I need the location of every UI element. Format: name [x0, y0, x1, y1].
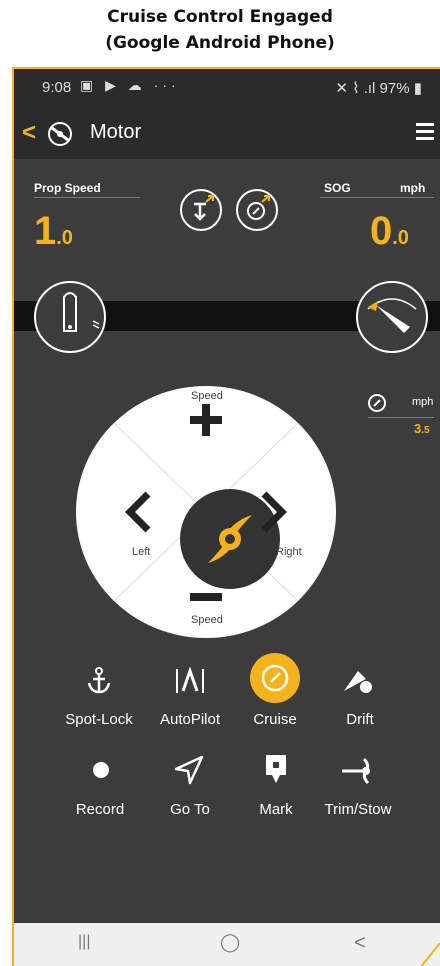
plus-icon — [190, 404, 222, 436]
action-record[interactable]: Record — [60, 801, 140, 818]
steering-angle-icon — [367, 298, 417, 333]
go-to-arrow-icon — [174, 755, 204, 785]
corner-accent — [420, 943, 440, 966]
waypoint-mark-icon — [266, 755, 286, 783]
cruise-speed-unit: mph — [412, 396, 434, 408]
menu-icon[interactable] — [416, 123, 434, 144]
autopilot-icon — [176, 667, 204, 693]
chevron-left-icon — [125, 491, 151, 533]
action-mark[interactable]: Mark — [236, 801, 316, 818]
status-time: 9:08 — [42, 79, 72, 96]
motor-status-button[interactable] — [34, 281, 106, 353]
anchor-mode-button[interactable] — [180, 189, 222, 231]
cruise-speed-value: 3.5 — [414, 421, 430, 436]
caption-line-2: (Google Android Phone) — [105, 33, 335, 53]
minus-icon — [190, 593, 222, 601]
speedometer-icon — [368, 394, 386, 412]
nav-back-button[interactable]: < — [354, 932, 366, 955]
back-button[interactable]: < — [22, 119, 36, 147]
prop-speed-underline — [34, 197, 140, 198]
action-drift[interactable]: Drift — [320, 711, 400, 728]
action-cruise[interactable]: Cruise — [235, 711, 315, 728]
prop-speed-value: 1.0 — [34, 209, 73, 253]
app-bar: < Motor — [14, 107, 440, 159]
prop-speed-label: Prop Speed — [34, 181, 101, 195]
action-go-to[interactable]: Go To — [150, 801, 230, 818]
anchor-icon — [87, 667, 111, 694]
phone-screen: 9:08 ▣ ▶ ☁ ··· ✕ ⌇ .ıl 97% ▮ < Motor Pro… — [12, 67, 440, 966]
android-nav-bar: ||| ◯ < — [14, 923, 440, 966]
notification-icons: ▣ ▶ ☁ ··· — [80, 77, 180, 93]
chevron-right-icon — [261, 491, 287, 533]
steering-angle-button[interactable] — [356, 281, 428, 353]
status-bar: 9:08 ▣ ▶ ☁ ··· ✕ ⌇ .ıl 97% ▮ — [14, 69, 440, 107]
recent-apps-button[interactable]: ||| — [78, 933, 90, 951]
compass-target-icon — [247, 195, 270, 220]
action-trim-stow[interactable]: Trim/Stow — [318, 801, 398, 818]
left-label: Left — [132, 546, 151, 558]
steer-left-button[interactable] — [122, 490, 156, 534]
speed-down-label: Speed — [191, 614, 223, 626]
trim-stow-icon — [342, 757, 370, 785]
navigation-mode-button[interactable] — [236, 189, 278, 231]
record-dot-icon — [93, 762, 109, 778]
sog-value: 0.0 — [370, 209, 409, 253]
boat-topview-icon — [63, 292, 100, 332]
action-autopilot[interactable]: AutoPilot — [150, 711, 230, 728]
action-spot-lock[interactable]: Spot-Lock — [59, 711, 139, 728]
home-button[interactable]: ◯ — [220, 932, 240, 953]
drift-icon — [344, 671, 372, 693]
right-label: Right — [276, 546, 302, 558]
speed-up-label: Speed — [191, 390, 223, 402]
steer-right-button[interactable] — [256, 490, 290, 534]
caption-line-1: Cruise Control Engaged — [107, 7, 333, 27]
cruise-button-active[interactable] — [250, 653, 300, 703]
cruise-gauge-icon — [261, 664, 289, 692]
status-right-icons: ✕ ⌇ .ıl 97% ▮ — [335, 80, 422, 97]
speed-increase-button[interactable] — [188, 402, 224, 438]
sog-unit-label: mph — [400, 181, 426, 195]
motor-logo-icon — [48, 122, 72, 146]
sog-label: SOG — [324, 181, 351, 195]
screenshot-caption: Cruise Control Engaged (Google Android P… — [0, 4, 440, 56]
speed-decrease-button[interactable] — [188, 590, 224, 604]
anchor-down-icon — [194, 195, 214, 221]
cruise-speed-underline — [368, 417, 434, 418]
steering-control-wheel: Speed Left Right Speed — [76, 386, 336, 638]
sog-underline — [320, 197, 434, 198]
page-title: Motor — [90, 121, 142, 143]
